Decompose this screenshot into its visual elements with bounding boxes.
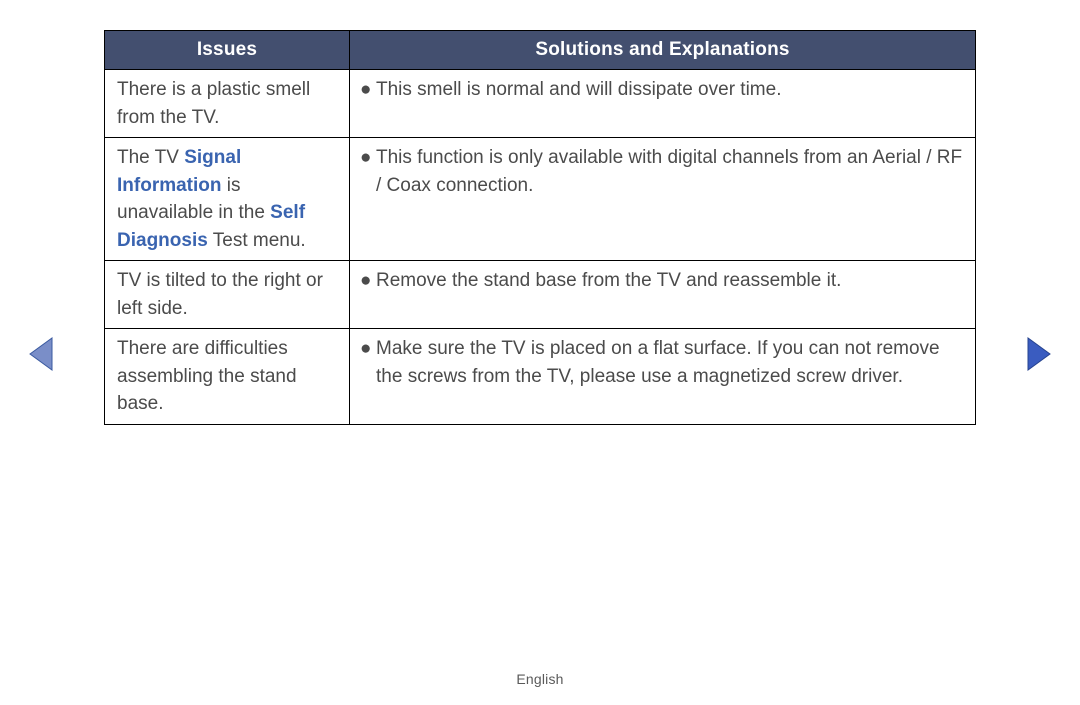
bullet-icon: ● [358,267,376,295]
bullet-icon: ● [358,76,376,104]
solution-text: Make sure the TV is placed on a flat sur… [376,335,965,390]
troubleshooting-table-container: Issues Solutions and Explanations There … [104,30,976,425]
solution-cell: ●This function is only available with di… [350,138,976,261]
solution-cell: ●Make sure the TV is placed on a flat su… [350,329,976,425]
triangle-left-icon [28,336,54,372]
issue-text: The TV [117,147,184,168]
issue-cell: The TV Signal Information is unavailable… [105,138,350,261]
table-row: The TV Signal Information is unavailable… [105,138,976,261]
footer-language-label: English [0,671,1080,687]
table-row: TV is tilted to the right or left side. ●… [105,261,976,329]
triangle-right-icon [1026,336,1052,372]
solution-cell: ●This smell is normal and will dissipate… [350,70,976,138]
column-header-issues: Issues [105,31,350,70]
issue-text: There is a plastic smell from the TV. [117,79,310,128]
solution-text: This function is only available with dig… [376,144,965,199]
next-page-button[interactable] [1026,336,1052,372]
bullet-icon: ● [358,335,376,390]
issue-cell: There are difficulties assembling the st… [105,329,350,425]
prev-page-button[interactable] [28,336,54,372]
table-row: There is a plastic smell from the TV. ●Th… [105,70,976,138]
troubleshooting-table: Issues Solutions and Explanations There … [104,30,976,425]
issue-cell: TV is tilted to the right or left side. [105,261,350,329]
issue-text: There are difficulties assembling the st… [117,338,297,414]
table-body: There is a plastic smell from the TV.●Th… [105,70,976,425]
issue-text: Test menu. [208,230,306,251]
solution-text: This smell is normal and will dissipate … [376,76,965,104]
issue-text: TV is tilted to the right or left side. [117,270,323,319]
issue-cell: There is a plastic smell from the TV. [105,70,350,138]
bullet-icon: ● [358,144,376,199]
solution-cell: ●Remove the stand base from the TV and r… [350,261,976,329]
table-row: There are difficulties assembling the st… [105,329,976,425]
solution-text: Remove the stand base from the TV and re… [376,267,965,295]
column-header-solutions: Solutions and Explanations [350,31,976,70]
manual-page: Issues Solutions and Explanations There … [0,0,1080,705]
